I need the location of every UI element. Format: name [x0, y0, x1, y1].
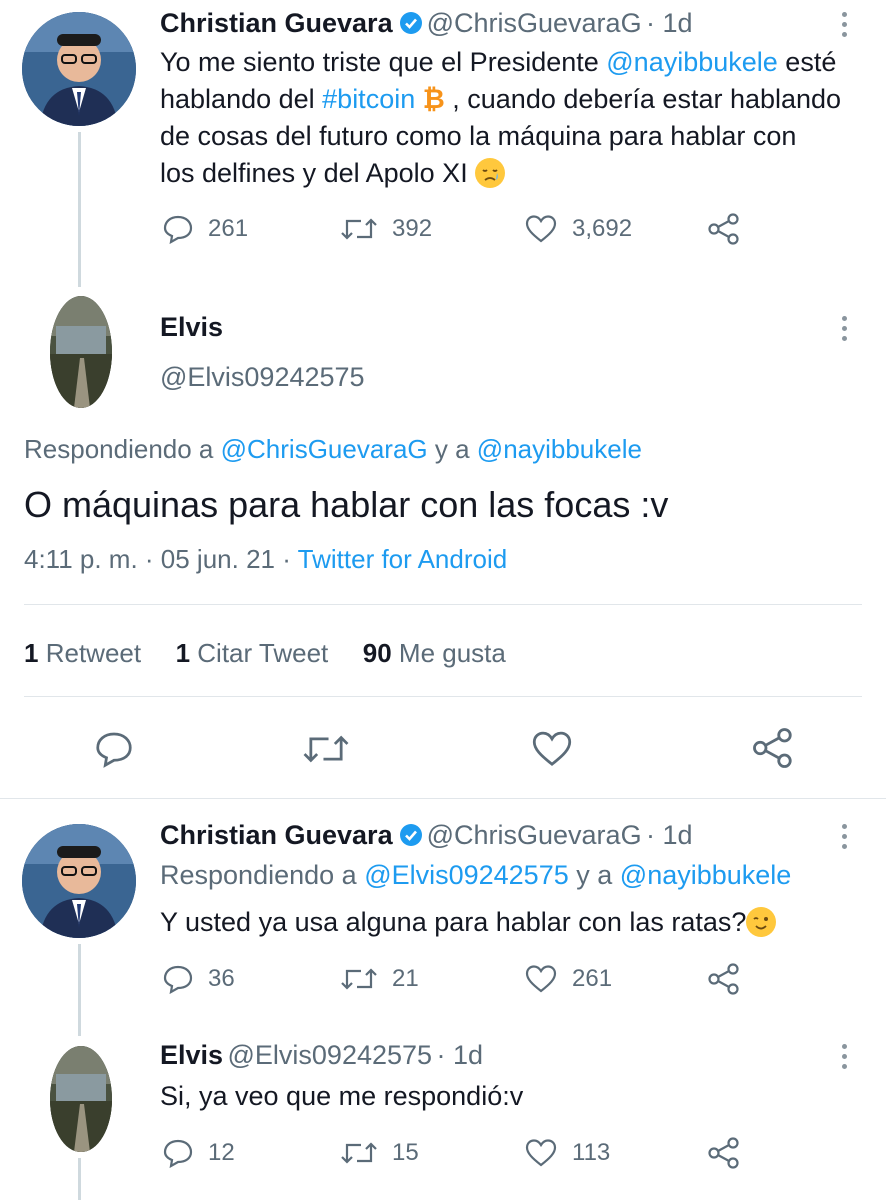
tweet1-like-button[interactable]: 3,692	[524, 214, 632, 244]
tweet1-text: Yo me siento triste que el Presidente @n…	[160, 47, 842, 188]
like-count: 113	[572, 1139, 611, 1166]
main-client-link[interactable]: Twitter for Android	[298, 544, 508, 574]
reply2-text: Si, ya veo que me respondió:v	[160, 1081, 524, 1111]
main-like-button[interactable]	[530, 730, 574, 768]
hashtag-bitcoin[interactable]: #bitcoin	[322, 84, 415, 114]
reply2-share-button[interactable]	[706, 1136, 742, 1170]
retweet-count: 392	[392, 215, 433, 242]
heart-icon	[525, 965, 557, 993]
main-timestamp-row: 4:11 p. m. · 05 jun. 21 · Twitter for An…	[24, 544, 507, 575]
avatar-elvis[interactable]	[50, 296, 112, 408]
reply2-header: Elvis @Elvis09242575 · 1d	[160, 1040, 483, 1071]
likes-stat[interactable]: 90 Me gusta	[363, 638, 506, 668]
reply1-reply-button[interactable]: 36	[162, 964, 235, 994]
main-author-handle[interactable]: @Elvis09242575	[160, 362, 365, 393]
mention-nayibbukele[interactable]: @nayibbukele	[606, 47, 778, 77]
reply1-like-button[interactable]: 261	[524, 964, 612, 994]
mention-chrisguevarag[interactable]: @ChrisGuevaraG	[221, 434, 428, 464]
tweet1-reply-button[interactable]: 261	[162, 214, 248, 244]
reply-count: 12	[208, 1139, 235, 1166]
mention-nayibbukele[interactable]: @nayibbukele	[620, 860, 792, 890]
mention-nayibbukele[interactable]: @nayibbukele	[477, 434, 642, 464]
main-retweet-button[interactable]	[302, 730, 350, 768]
retweet-icon	[341, 218, 377, 240]
like-count: 3,692	[572, 215, 633, 242]
main-timestamp[interactable]: 4:11 p. m. · 05 jun. 21 ·	[24, 544, 291, 574]
verified-badge-icon	[399, 12, 422, 34]
reply-icon	[163, 215, 193, 244]
main-author-name[interactable]: Elvis	[160, 312, 223, 343]
retweet-count: 21	[392, 965, 419, 992]
share-icon	[753, 728, 792, 768]
main-engagement-stats: 1 Retweet 1 Citar Tweet 90 Me gusta	[24, 638, 506, 669]
reply1-retweet-button[interactable]: 21	[340, 964, 419, 994]
verified-badge-icon	[399, 824, 422, 846]
thread-connector	[78, 944, 81, 1036]
avatar-image	[50, 1046, 112, 1152]
main-reply-button[interactable]	[94, 730, 134, 768]
like-count: 261	[572, 965, 613, 992]
reply1-replying-to: Respondiendo a @Elvis09242575 y a @nayib…	[160, 860, 792, 890]
winking-face-emoji	[746, 907, 777, 937]
share-icon	[708, 1137, 739, 1169]
reply-count: 261	[208, 215, 249, 242]
retweets-stat[interactable]: 1 Retweet	[24, 638, 141, 668]
reply1-text: Y usted ya usa alguna para hablar con la…	[160, 904, 777, 941]
tweet1-share-button[interactable]	[706, 212, 742, 246]
sad-face-emoji	[475, 158, 506, 188]
reply2-retweet-button[interactable]: 15	[340, 1138, 419, 1168]
divider	[24, 696, 862, 697]
main-more-icon[interactable]	[842, 316, 848, 346]
share-icon	[708, 213, 739, 245]
avatar-image	[22, 824, 136, 938]
heart-icon	[525, 215, 557, 243]
reply1-more-icon[interactable]	[842, 824, 848, 854]
reply-icon	[163, 1139, 193, 1168]
reply1-author-name[interactable]: Christian Guevara	[160, 820, 393, 850]
reply1-share-button[interactable]	[706, 962, 742, 996]
tweet1-retweet-button[interactable]: 392	[340, 214, 432, 244]
reply2-time: · 1d	[436, 1040, 484, 1070]
tweet1-author-handle[interactable]: @ChrisGuevaraG	[427, 8, 642, 38]
reply-icon	[96, 732, 132, 768]
tweet1-author-name[interactable]: Christian Guevara	[160, 8, 393, 38]
main-share-button[interactable]	[750, 726, 796, 770]
divider	[24, 604, 862, 605]
avatar-christian-guevara[interactable]	[22, 824, 136, 938]
retweet-count: 15	[392, 1139, 419, 1166]
reply2-author-name[interactable]: Elvis	[160, 1040, 223, 1070]
avatar-image	[22, 12, 136, 126]
avatar-elvis[interactable]	[50, 1046, 112, 1152]
bitcoin-emoji: ₿	[422, 84, 445, 114]
reply2-like-button[interactable]: 113	[524, 1138, 610, 1168]
reply1-header: Christian Guevara @ChrisGuevaraG · 1d	[160, 820, 693, 851]
reply-icon	[163, 965, 193, 994]
heart-icon	[525, 1139, 557, 1167]
avatar-image	[50, 296, 112, 408]
reply2-more-icon[interactable]	[842, 1044, 848, 1074]
quotes-stat[interactable]: 1 Citar Tweet	[176, 638, 329, 668]
retweet-icon	[341, 1142, 377, 1164]
reply2-author-handle[interactable]: @Elvis09242575	[228, 1040, 433, 1070]
reply2-reply-button[interactable]: 12	[162, 1138, 235, 1168]
reply1-time: · 1d	[646, 820, 693, 850]
heart-icon	[532, 731, 572, 766]
mention-elvis09242575[interactable]: @Elvis09242575	[364, 860, 569, 890]
reply-count: 36	[208, 965, 235, 992]
thread-connector	[78, 1158, 81, 1200]
avatar-christian-guevara[interactable]	[22, 12, 136, 126]
reply1-author-handle[interactable]: @ChrisGuevaraG	[427, 820, 642, 850]
retweet-icon	[341, 968, 377, 990]
main-tweet-text: O máquinas para hablar con las focas :v	[24, 484, 669, 525]
tweet1-more-icon[interactable]	[842, 12, 848, 42]
retweet-icon	[303, 735, 349, 763]
thread-connector	[78, 132, 81, 287]
section-separator	[0, 798, 886, 799]
main-replying-to: Respondiendo a @ChrisGuevaraG y a @nayib…	[24, 434, 642, 464]
tweet1-time: · 1d	[646, 8, 693, 38]
share-icon	[708, 963, 739, 995]
tweet1-header: Christian Guevara @ChrisGuevaraG · 1d	[160, 8, 693, 39]
